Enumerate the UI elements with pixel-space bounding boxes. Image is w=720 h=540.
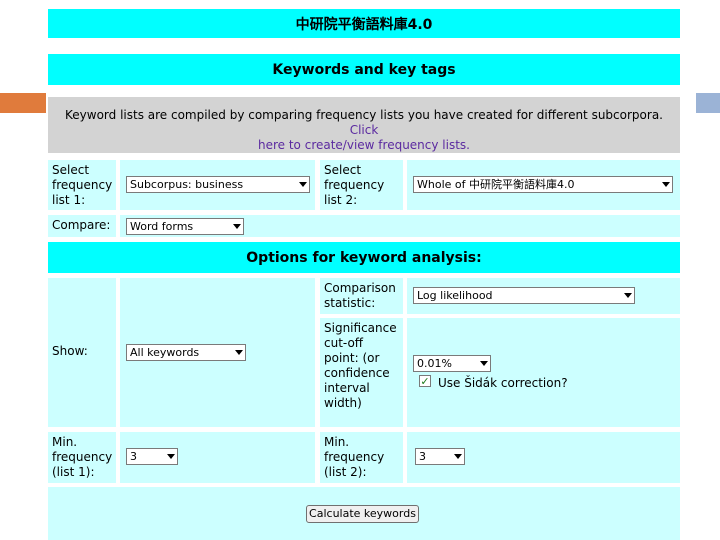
freq-list-1-label-cell: Select frequency list 1: (48, 160, 116, 210)
freq-list-2-label: Select frequency list 2: (324, 163, 385, 207)
significance-value: 0.01% (417, 357, 452, 370)
show-select-cell: All keywords (120, 278, 315, 427)
sidak-checkbox[interactable]: ✓ (419, 375, 431, 387)
chevron-down-icon (480, 361, 488, 366)
show-label: Show: (52, 344, 88, 358)
freq-list-2-label-cell: Select frequency list 2: (320, 160, 403, 210)
create-frequency-link-1[interactable]: Click (350, 123, 379, 137)
chevron-down-icon (624, 293, 632, 298)
freq-list-1-label: Select frequency list 1: (52, 163, 113, 207)
chevron-down-icon (235, 350, 243, 355)
chevron-down-icon (233, 224, 241, 229)
options-title-text: Options for keyword analysis: (246, 249, 482, 266)
show-select[interactable]: All keywords (126, 344, 246, 361)
calculate-keywords-button[interactable]: Calculate keywords (306, 505, 419, 523)
freq-list-2-select-cell: Whole of 中研院平衡語料庫4.0 (407, 160, 680, 210)
check-icon: ✓ (420, 375, 430, 388)
compare-select[interactable]: Word forms (126, 218, 244, 235)
freq-list-2-value: Whole of 中研院平衡語料庫4.0 (417, 178, 575, 191)
freq-list-1-value: Subcorpus: business (130, 178, 244, 191)
min-freq-1-label-cell: Min. frequency (list 1): (48, 432, 116, 483)
min-freq-2-select[interactable]: 3 (415, 448, 465, 465)
section-title-text: Keywords and key tags (272, 61, 456, 78)
min-freq-2-label-cell: Min. frequency (list 2): (320, 432, 403, 483)
options-title: Options for keyword analysis: (48, 242, 680, 273)
slide-accent-orange (0, 93, 46, 113)
significance-select-cell: 0.01% ✓ Use Šidák correction? (407, 318, 680, 427)
freq-list-2-select[interactable]: Whole of 中研院平衡語料庫4.0 (413, 176, 673, 193)
min-freq-1-label: Min. frequency (list 1): (52, 435, 113, 479)
min-freq-1-select[interactable]: 3 (126, 448, 178, 465)
compare-label-cell: Compare: (48, 215, 116, 237)
min-freq-2-select-cell: 3 (407, 432, 680, 483)
significance-label: Significance cut-off point: (or confiden… (324, 321, 397, 410)
page-title: 中研院平衡語料庫4.0 (48, 9, 680, 38)
calculate-cell: Calculate keywords (48, 487, 680, 540)
create-frequency-link-2[interactable]: here to create/view frequency lists. (258, 138, 470, 152)
comparison-value: Log likelihood (417, 289, 493, 302)
min-freq-2-label: Min. frequency (list 2): (324, 435, 385, 479)
significance-select[interactable]: 0.01% (413, 355, 491, 372)
chevron-down-icon (454, 454, 462, 459)
comparison-label-cell: Comparison statistic: (320, 278, 403, 314)
compare-value: Word forms (130, 220, 194, 233)
min-freq-1-value: 3 (130, 450, 137, 463)
show-label-cell: Show: (48, 278, 116, 427)
comparison-select[interactable]: Log likelihood (413, 287, 635, 304)
page-title-text: 中研院平衡語料庫4.0 (295, 16, 433, 33)
calculate-keywords-label: Calculate keywords (309, 507, 416, 520)
chevron-down-icon (299, 182, 307, 187)
freq-list-1-select[interactable]: Subcorpus: business (126, 176, 310, 193)
section-title-keywords: Keywords and key tags (48, 54, 680, 85)
slide-accent-blue (696, 93, 720, 113)
min-freq-1-select-cell: 3 (120, 432, 315, 483)
comparison-label: Comparison statistic: (324, 281, 396, 310)
significance-label-cell: Significance cut-off point: (or confiden… (320, 318, 403, 427)
freq-list-1-select-cell: Subcorpus: business (120, 160, 315, 210)
compare-label: Compare: (52, 218, 111, 232)
show-value: All keywords (130, 346, 200, 359)
info-text: Keyword lists are compiled by comparing … (65, 108, 663, 122)
info-box: Keyword lists are compiled by comparing … (48, 97, 680, 153)
compare-select-cell: Word forms (120, 215, 680, 237)
min-freq-2-value: 3 (419, 450, 426, 463)
chevron-down-icon (167, 454, 175, 459)
chevron-down-icon (662, 182, 670, 187)
comparison-select-cell: Log likelihood (407, 278, 680, 314)
sidak-label: Use Šidák correction? (438, 376, 568, 390)
